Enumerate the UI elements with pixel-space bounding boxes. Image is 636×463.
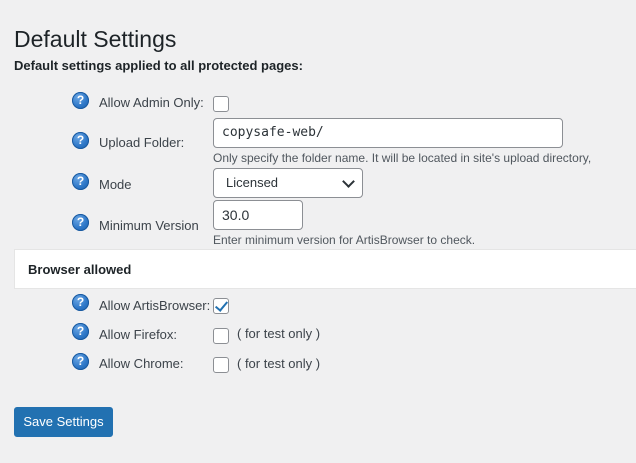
allow-firefox-checkbox[interactable]: [213, 328, 229, 344]
minimum-version-description: Enter minimum version for ArtisBrowser t…: [213, 233, 476, 247]
browser-section-header: Browser allowed: [14, 249, 636, 289]
chevron-down-icon: [342, 175, 355, 188]
mode-selected-value: Licensed: [226, 175, 279, 190]
admin-only-label: Allow Admin Only:: [99, 95, 204, 110]
help-icon[interactable]: ?: [72, 92, 89, 109]
upload-folder-label: Upload Folder:: [99, 135, 185, 150]
allow-chrome-label: Allow Chrome:: [99, 356, 184, 371]
admin-only-checkbox[interactable]: [213, 96, 229, 112]
allow-chrome-checkbox[interactable]: [213, 357, 229, 373]
allow-artisbrowser-label: Allow ArtisBrowser:: [99, 298, 211, 313]
help-icon[interactable]: ?: [72, 353, 89, 370]
firefox-test-note: ( for test only ): [237, 326, 321, 341]
mode-select[interactable]: Licensed: [213, 168, 363, 198]
mode-label: Mode: [99, 177, 132, 192]
section-title: Browser allowed: [28, 262, 132, 277]
allow-artisbrowser-checkbox[interactable]: [213, 298, 229, 314]
help-icon[interactable]: ?: [72, 132, 89, 149]
minimum-version-label: Minimum Version: [99, 218, 199, 233]
help-icon[interactable]: ?: [72, 323, 89, 340]
page-title: Default Settings: [14, 26, 177, 53]
upload-folder-description: Only specify the folder name. It will be…: [213, 151, 592, 165]
help-icon[interactable]: ?: [72, 214, 89, 231]
allow-firefox-label: Allow Firefox:: [99, 327, 178, 342]
save-settings-button[interactable]: Save Settings: [14, 407, 113, 437]
chrome-test-note: ( for test only ): [237, 356, 321, 371]
upload-folder-input[interactable]: copysafe-web/: [213, 118, 563, 148]
intro-text: Default settings applied to all protecte…: [14, 58, 303, 73]
help-icon[interactable]: ?: [72, 173, 89, 190]
minimum-version-input[interactable]: 30.0: [213, 200, 303, 230]
help-icon[interactable]: ?: [72, 294, 89, 311]
